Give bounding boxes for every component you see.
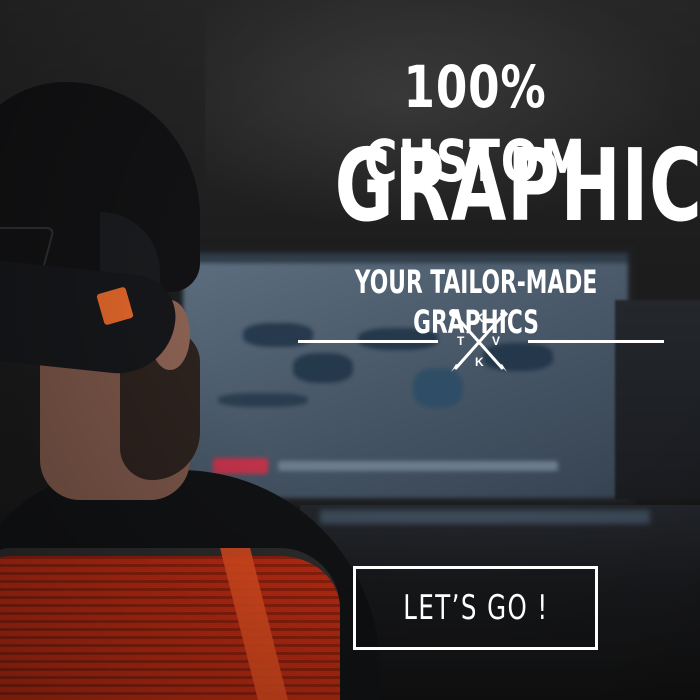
lets-go-label: LET’S GO !: [402, 588, 549, 628]
emblem-letter-top: K: [475, 311, 484, 325]
divider-left: [298, 340, 438, 343]
divider-right: [528, 340, 664, 343]
emblem-letter-left: T: [457, 334, 465, 348]
brand-emblem: K T V K: [444, 308, 514, 374]
headline-line2: GRAPHICS: [334, 127, 700, 244]
ad-banner: 100% CUSTOM GRAPHICS YOUR TAILOR-MADE GR…: [0, 0, 700, 700]
lets-go-button[interactable]: LET’S GO !: [353, 566, 598, 650]
emblem-letter-right: V: [492, 334, 501, 348]
emblem-letter-bottom: K: [475, 355, 484, 369]
